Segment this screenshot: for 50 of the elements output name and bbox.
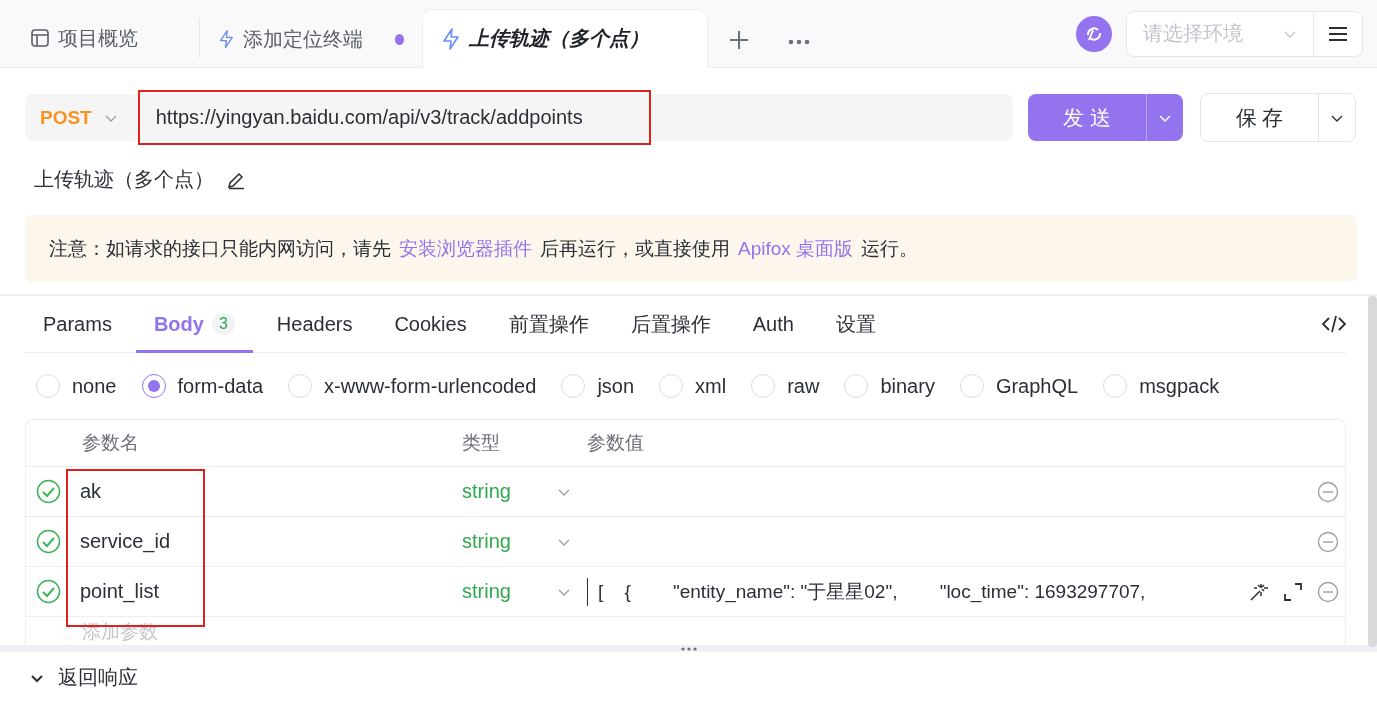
radio-option[interactable]: xml xyxy=(659,374,727,398)
column-header: 参数值 xyxy=(587,431,645,455)
param-value[interactable]: [ { "entity_name": "于星星02", "loc_time": 1693297707, xyxy=(598,578,1146,605)
radio-option[interactable]: none xyxy=(36,374,117,398)
menu-icon[interactable] xyxy=(1328,25,1348,42)
radio-option[interactable]: binary xyxy=(844,374,935,398)
response-toggle[interactable]: 返回响应 xyxy=(0,652,138,691)
radio-option[interactable]: raw xyxy=(751,374,820,398)
param-name[interactable]: service_id xyxy=(70,530,462,553)
add-tab-icon[interactable] xyxy=(728,29,750,51)
url-text: https://yingyan.baidu.com/api/v3/track/addpoints xyxy=(154,106,584,129)
scrollbar[interactable] xyxy=(1368,296,1377,647)
lightning-icon xyxy=(441,27,461,50)
sync-icon[interactable] xyxy=(1076,15,1112,52)
notice-text: 注意：如请求的接口只能内网访问，请先 安装浏览器插件 后再运行，或直接使用 Apifox 桌面版 运行。 xyxy=(49,236,919,261)
tab[interactable]: 上传轨迹（多个点） xyxy=(422,9,708,68)
expand-icon[interactable] xyxy=(1283,581,1303,602)
tab[interactable]: Auth xyxy=(734,295,812,353)
code-icon[interactable] xyxy=(1322,315,1346,333)
tab[interactable]: 设置 xyxy=(817,295,894,353)
tab[interactable]: Body 3 xyxy=(135,295,253,353)
check-circle-icon[interactable] xyxy=(35,579,61,604)
radio-option[interactable]: GraphQL xyxy=(959,374,1079,398)
remove-icon[interactable] xyxy=(1317,480,1339,503)
drag-handle-icon[interactable] xyxy=(680,646,697,651)
param-name[interactable]: point_list xyxy=(70,580,462,603)
tab[interactable]: Cookies xyxy=(376,295,485,353)
tab[interactable]: 前置操作 xyxy=(490,295,607,353)
request-name: 上传轨迹（多个点） xyxy=(34,167,214,192)
check-circle-icon[interactable] xyxy=(35,529,61,554)
radio-option[interactable]: json xyxy=(561,374,635,398)
tab[interactable]: 后置操作 xyxy=(612,295,729,353)
column-header: 参数名 xyxy=(81,431,140,455)
more-icon[interactable] xyxy=(788,39,810,45)
remove-icon[interactable] xyxy=(1317,580,1339,603)
tab[interactable]: Headers xyxy=(258,295,371,353)
count-badge: 3 xyxy=(211,313,235,335)
radio-option[interactable]: msgpack xyxy=(1103,374,1220,398)
magic-wand-icon[interactable] xyxy=(1249,581,1269,602)
radio-option[interactable]: x-www-form-urlencoded xyxy=(288,374,537,398)
tab[interactable]: Params xyxy=(25,295,130,353)
lightning-icon xyxy=(218,28,235,50)
param-name[interactable]: ak xyxy=(70,480,462,503)
remove-icon[interactable] xyxy=(1317,530,1339,553)
check-circle-icon[interactable] xyxy=(35,479,61,504)
tab[interactable]: 添加定位终端 xyxy=(200,10,422,68)
layout-icon xyxy=(30,28,50,48)
tab[interactable]: 项目概览 xyxy=(12,18,200,58)
column-header: 类型 xyxy=(462,431,501,455)
radio-option[interactable]: form-data xyxy=(141,374,264,398)
